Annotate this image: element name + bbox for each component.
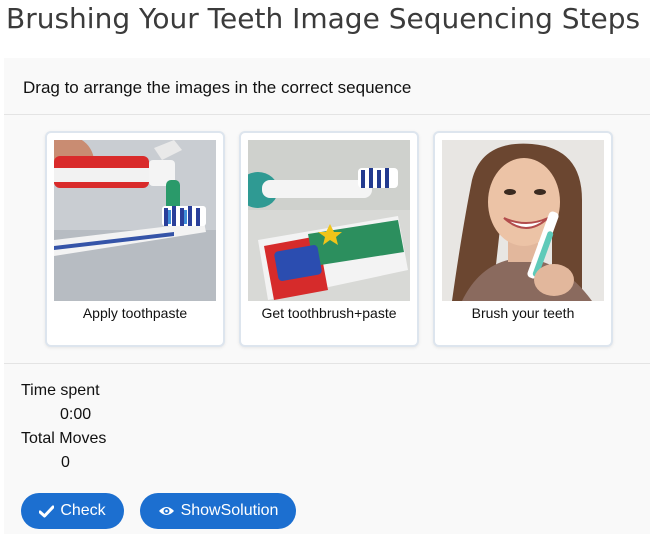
sequence-card-3[interactable]: Brush your teeth — [433, 131, 613, 347]
card-caption: Brush your teeth — [471, 305, 575, 321]
activity-panel: Drag to arrange the images in the correc… — [4, 58, 650, 534]
check-button-label: Check — [60, 502, 106, 519]
time-spent-label: Time spent — [21, 382, 100, 399]
woman-brushing-teeth-photo — [442, 140, 604, 301]
time-spent-value: 0:00 — [60, 406, 92, 423]
eye-icon — [158, 505, 175, 517]
total-moves-label: Total Moves — [21, 430, 107, 447]
card-list: Apply toothpaste Get toothbrush+paste Br… — [4, 58, 650, 358]
show-solution-button[interactable]: ShowSolution — [140, 493, 296, 529]
divider — [4, 363, 650, 364]
toothbrush-and-tube-photo — [248, 140, 410, 301]
checkmark-icon — [39, 505, 55, 518]
card-caption: Get toothbrush+paste — [261, 305, 397, 321]
total-moves-value: 0 — [61, 454, 70, 471]
page-title: Brushing Your Teeth Image Sequencing Ste… — [6, 2, 641, 35]
card-caption: Apply toothpaste — [82, 305, 188, 321]
check-button[interactable]: Check — [21, 493, 124, 529]
sequence-card-2[interactable]: Get toothbrush+paste — [239, 131, 419, 347]
toothpaste-on-brush-photo — [54, 140, 216, 301]
show-solution-button-label: ShowSolution — [180, 502, 279, 519]
sequence-card-1[interactable]: Apply toothpaste — [45, 131, 225, 347]
